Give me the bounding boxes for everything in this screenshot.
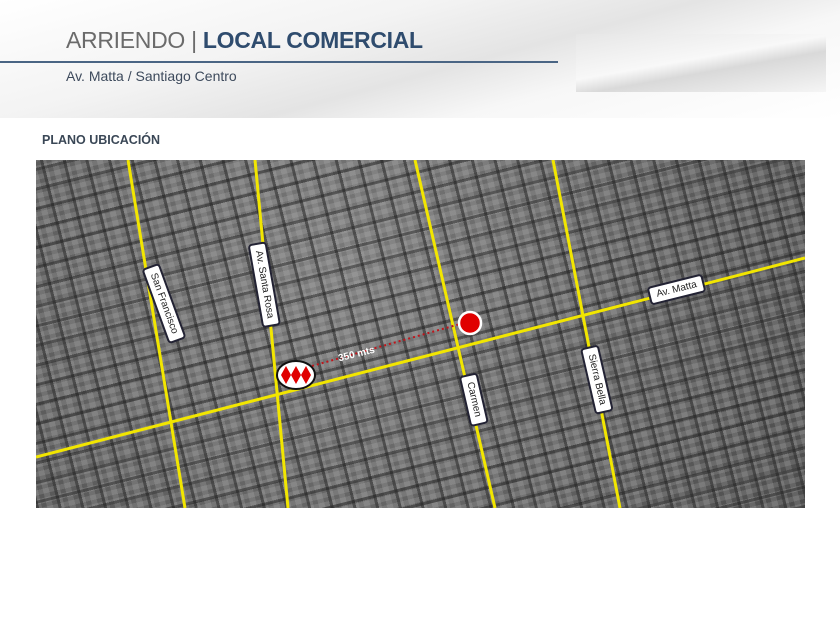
road-sierra-bella	[551, 160, 622, 508]
location-map: San Francisco Av. Santa Rosa Carmen Sier…	[36, 160, 805, 508]
page-title: ARRIENDO | LOCAL COMERCIAL	[66, 27, 423, 53]
page-subtitle: Av. Matta / Santiago Centro	[66, 68, 237, 84]
distance-line	[311, 323, 461, 367]
road-carmen	[413, 160, 497, 508]
header-decoration	[576, 34, 826, 92]
section-title: PLANO UBICACIÓN	[42, 133, 161, 147]
road-santa-rosa	[253, 160, 290, 508]
metro-santiago-icon	[276, 360, 316, 390]
red-dot-marker-icon	[457, 310, 483, 336]
title-divider	[0, 61, 558, 63]
map-overlay	[36, 160, 805, 508]
